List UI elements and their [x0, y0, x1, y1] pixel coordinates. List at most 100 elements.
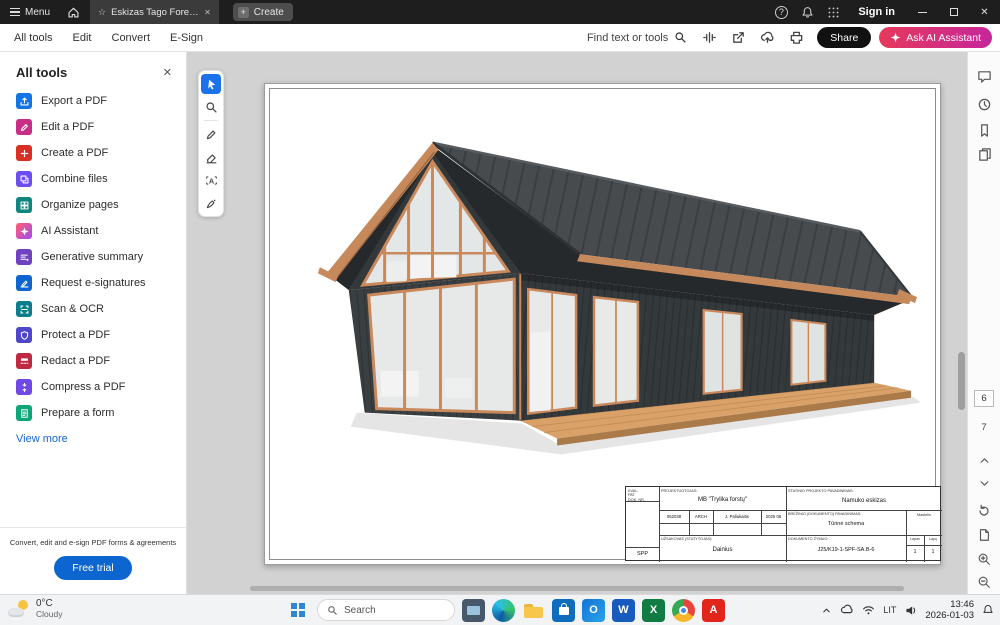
titleblock-doc-no: 052038	[659, 515, 689, 520]
document-tab[interactable]: ☆ Eskizas Tago Forest Vila ... ✕	[90, 0, 219, 24]
help-button[interactable]: ?	[768, 0, 794, 24]
start-button[interactable]	[286, 598, 310, 622]
zoom-out-button[interactable]	[972, 570, 996, 594]
zoom-in-button[interactable]	[972, 547, 996, 571]
weather-icon	[8, 600, 30, 618]
clock-widget[interactable]: 13:46 2026-01-03	[925, 599, 974, 622]
star-icon[interactable]: ☆	[98, 7, 106, 18]
export-pdf-icon	[16, 93, 32, 109]
horizontal-scrollbar[interactable]	[205, 585, 949, 592]
titleblock-designer: MB "Trylika forstų"	[659, 497, 786, 504]
rotate-icon	[977, 504, 991, 518]
bookmarks-button[interactable]	[972, 118, 996, 142]
tool-combine-files[interactable]: Combine files	[0, 166, 186, 192]
titleblock-project: Namuko eskizas	[786, 498, 942, 505]
page-thumbnails-button[interactable]	[972, 142, 996, 166]
draw-tool-button[interactable]	[201, 124, 221, 144]
wifi-icon[interactable]	[862, 604, 875, 617]
tool-edit-pdf[interactable]: Edit a PDF	[0, 114, 186, 140]
sign-in-button[interactable]: Sign in	[858, 6, 895, 18]
tool-ai-assistant[interactable]: AI Assistant	[0, 218, 186, 244]
edge-icon[interactable]	[492, 599, 515, 622]
tool-redact-pdf[interactable]: Redact a PDF	[0, 348, 186, 374]
search-label: Search	[344, 605, 376, 616]
tool-compress-pdf[interactable]: Compress a PDF	[0, 374, 186, 400]
folder-icon[interactable]	[522, 599, 545, 622]
sign-tool-button[interactable]	[201, 193, 221, 213]
menu-esign[interactable]: E-Sign	[160, 32, 213, 44]
volume-icon[interactable]	[904, 604, 917, 617]
free-trial-button[interactable]: Free trial	[54, 556, 132, 580]
excel-icon[interactable]: X	[642, 599, 665, 622]
tool-scan-ocr[interactable]: Scan & OCR	[0, 296, 186, 322]
add-text-tool-button[interactable]: A	[201, 170, 221, 190]
pdf-page[interactable]: KVAL.PAT.DOK. NR. SPP PROJEKTUOTOJAS: MB…	[264, 83, 941, 565]
select-tool-button[interactable]	[201, 74, 221, 94]
document-viewport[interactable]: A	[187, 52, 967, 594]
comments-button[interactable]	[972, 64, 996, 88]
current-page-indicator[interactable]: 6	[974, 390, 994, 407]
eraser-tool-button[interactable]	[201, 147, 221, 167]
tool-request-esignatures[interactable]: Request e-signatures	[0, 270, 186, 296]
language-indicator[interactable]: LIT	[883, 605, 896, 615]
tray-chevron-up-icon[interactable]	[821, 605, 832, 616]
tool-label: Combine files	[41, 173, 108, 185]
history-button[interactable]	[972, 92, 996, 116]
menu-edit[interactable]: Edit	[63, 32, 102, 44]
restore-button[interactable]	[938, 0, 969, 24]
scrollbar-thumb[interactable]	[250, 586, 905, 591]
tool-create-pdf[interactable]: Create a PDF	[0, 140, 186, 166]
tool-label: Organize pages	[41, 199, 119, 211]
acrobat-icon[interactable]: A	[702, 599, 725, 622]
titleblock-sheet: 1	[906, 550, 924, 556]
search-icon	[327, 605, 338, 616]
menu-button[interactable]: Menu	[0, 0, 60, 24]
vertical-scrollbar[interactable]	[957, 54, 966, 582]
store-icon[interactable]	[552, 599, 575, 622]
file-explorer-pc-icon[interactable]	[462, 599, 485, 622]
menu-all-tools[interactable]: All tools	[4, 32, 63, 44]
taskbar-search[interactable]: Search	[317, 599, 455, 621]
home-button[interactable]	[60, 0, 86, 24]
onedrive-cloud-icon[interactable]	[840, 603, 854, 617]
view-more-link[interactable]: View more	[0, 426, 186, 452]
chrome-icon[interactable]	[672, 599, 695, 622]
find-label: Find text or tools	[587, 32, 668, 44]
notifications-button[interactable]	[794, 0, 820, 24]
outlook-icon[interactable]: O	[582, 599, 605, 622]
word-icon[interactable]: W	[612, 599, 635, 622]
tab-close-icon[interactable]: ✕	[204, 8, 211, 17]
apps-grid-button[interactable]	[820, 0, 846, 24]
find-tools-button[interactable]: Find text or tools	[587, 31, 687, 44]
tool-generative-summary[interactable]: Generative summary	[0, 244, 186, 270]
close-button[interactable]: ✕	[969, 0, 1000, 24]
zoom-tool-button[interactable]	[201, 97, 221, 117]
ai-assistant-icon	[16, 223, 32, 239]
export-share-button[interactable]	[725, 27, 751, 49]
cloud-upload-icon	[760, 30, 775, 45]
ask-ai-assistant-button[interactable]: Ask AI Assistant	[879, 27, 992, 48]
zoom-in-icon	[977, 552, 991, 566]
menu-convert[interactable]: Convert	[102, 32, 161, 44]
tool-label: Redact a PDF	[41, 355, 110, 367]
tool-organize-pages[interactable]: Organize pages	[0, 192, 186, 218]
read-aloud-button[interactable]	[696, 27, 722, 49]
titleblock-client: Dainius	[659, 547, 786, 554]
minimize-button[interactable]	[907, 0, 938, 24]
previous-page-button[interactable]	[972, 448, 996, 472]
tool-export-pdf[interactable]: Export a PDF	[0, 88, 186, 114]
share-button[interactable]: Share	[817, 27, 871, 48]
rotate-page-button[interactable]	[972, 499, 996, 523]
tool-protect-pdf[interactable]: Protect a PDF	[0, 322, 186, 348]
tool-prepare-form[interactable]: Prepare a form	[0, 400, 186, 426]
scrollbar-thumb[interactable]	[958, 352, 965, 410]
print-button[interactable]	[783, 27, 809, 49]
titleblock-scale-label: Mastelis	[906, 513, 942, 517]
panel-close-icon[interactable]: ✕	[163, 66, 172, 79]
snapshot-button[interactable]	[972, 523, 996, 547]
weather-widget[interactable]: 0°C Cloudy	[8, 598, 62, 619]
create-button[interactable]: + Create	[233, 3, 293, 21]
notification-bell-icon[interactable]	[982, 604, 994, 616]
save-to-cloud-button[interactable]	[754, 27, 780, 49]
next-page-button[interactable]	[972, 471, 996, 495]
